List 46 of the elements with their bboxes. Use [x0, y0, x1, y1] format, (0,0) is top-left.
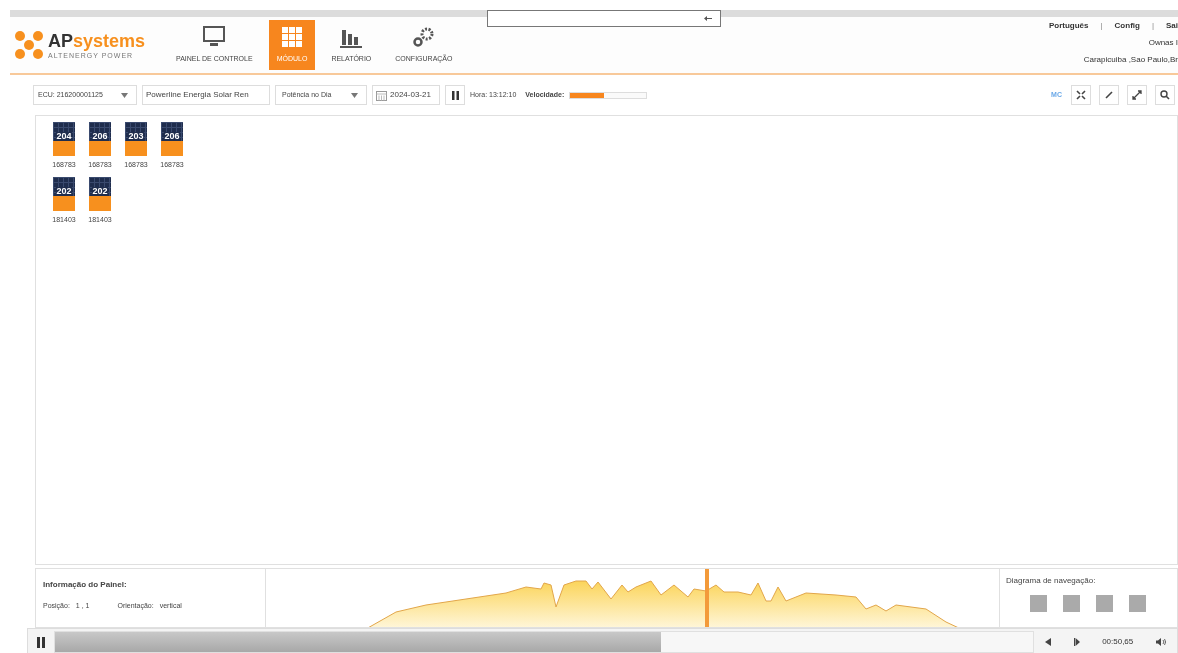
pause-icon: [451, 90, 459, 100]
panel-value: 202: [56, 186, 72, 196]
speed-slider[interactable]: [569, 91, 648, 99]
panel-value: 206: [92, 132, 108, 141]
user-location: Carapicuiba ,Sao Paulo,Br: [1083, 54, 1178, 66]
header-link[interactable]: Português: [1048, 20, 1089, 32]
navigation-tile[interactable]: [1096, 595, 1113, 612]
date-field[interactable]: 2024-03-21: [372, 85, 440, 105]
header-link[interactable]: Config: [1114, 20, 1140, 32]
brand-logo: APsystems: [48, 31, 146, 50]
expand-icon: [1132, 90, 1142, 100]
panel-value: 204: [56, 132, 72, 141]
navigation-tile[interactable]: [1030, 595, 1047, 612]
collapse-icon: [1076, 90, 1086, 100]
volume-icon[interactable]: [1155, 638, 1166, 646]
panel-value: 202: [92, 186, 108, 196]
text-field[interactable]: [487, 10, 721, 27]
link-separator: |: [1151, 20, 1154, 32]
playback-time: 00:50,65: [1102, 636, 1134, 648]
caret-icon: [121, 92, 128, 98]
header-link[interactable]: Sai: [1166, 20, 1178, 32]
info-title: Informação do Painel:: [43, 579, 128, 591]
step-back-icon[interactable]: [1045, 638, 1052, 646]
pause-button[interactable]: [445, 85, 465, 105]
user-name: Ownas I: [1148, 37, 1178, 49]
system-select[interactable]: Powerline Energia Solar Ren: [142, 85, 270, 105]
tool-button[interactable]: [1155, 85, 1175, 105]
tool-button[interactable]: [1071, 85, 1091, 105]
monitor-icon: [203, 25, 226, 48]
navigation-title: Diagrama de navegação:: [1006, 575, 1097, 587]
search-icon: [1160, 90, 1170, 100]
caret-icon: [351, 92, 358, 98]
panel-value: 206: [164, 132, 180, 141]
calendar-icon: [376, 89, 387, 101]
link-separator: |: [1100, 20, 1103, 32]
navigation-tile[interactable]: [1129, 595, 1146, 612]
pause-icon: [37, 636, 45, 648]
grid-icon: [282, 25, 302, 48]
navigation-tile[interactable]: [1063, 595, 1080, 612]
arrow-icon: [704, 16, 712, 21]
panel-value: 203: [128, 132, 144, 141]
gears-icon: [411, 25, 436, 48]
step-forward-icon[interactable]: [1073, 638, 1080, 646]
logo-icon: [14, 30, 44, 60]
tool-button[interactable]: [1127, 85, 1147, 105]
time-marker: [705, 569, 709, 627]
